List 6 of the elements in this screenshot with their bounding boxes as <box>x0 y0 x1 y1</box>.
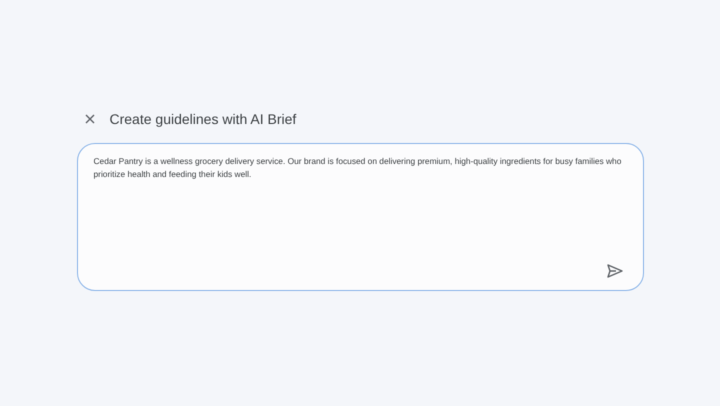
send-icon <box>606 264 622 278</box>
prompt-field[interactable]: Cedar Pantry is a wellness grocery delivery service. Our brand is focused on delivering premium, high-quality ingredients for busy families who prioritize health and feeding their kids well. <box>76 143 644 291</box>
close-icon <box>84 114 94 124</box>
close-button[interactable] <box>82 112 96 126</box>
dialog-title: Create guidelines with AI Brief <box>110 111 296 127</box>
send-button[interactable] <box>606 264 622 278</box>
